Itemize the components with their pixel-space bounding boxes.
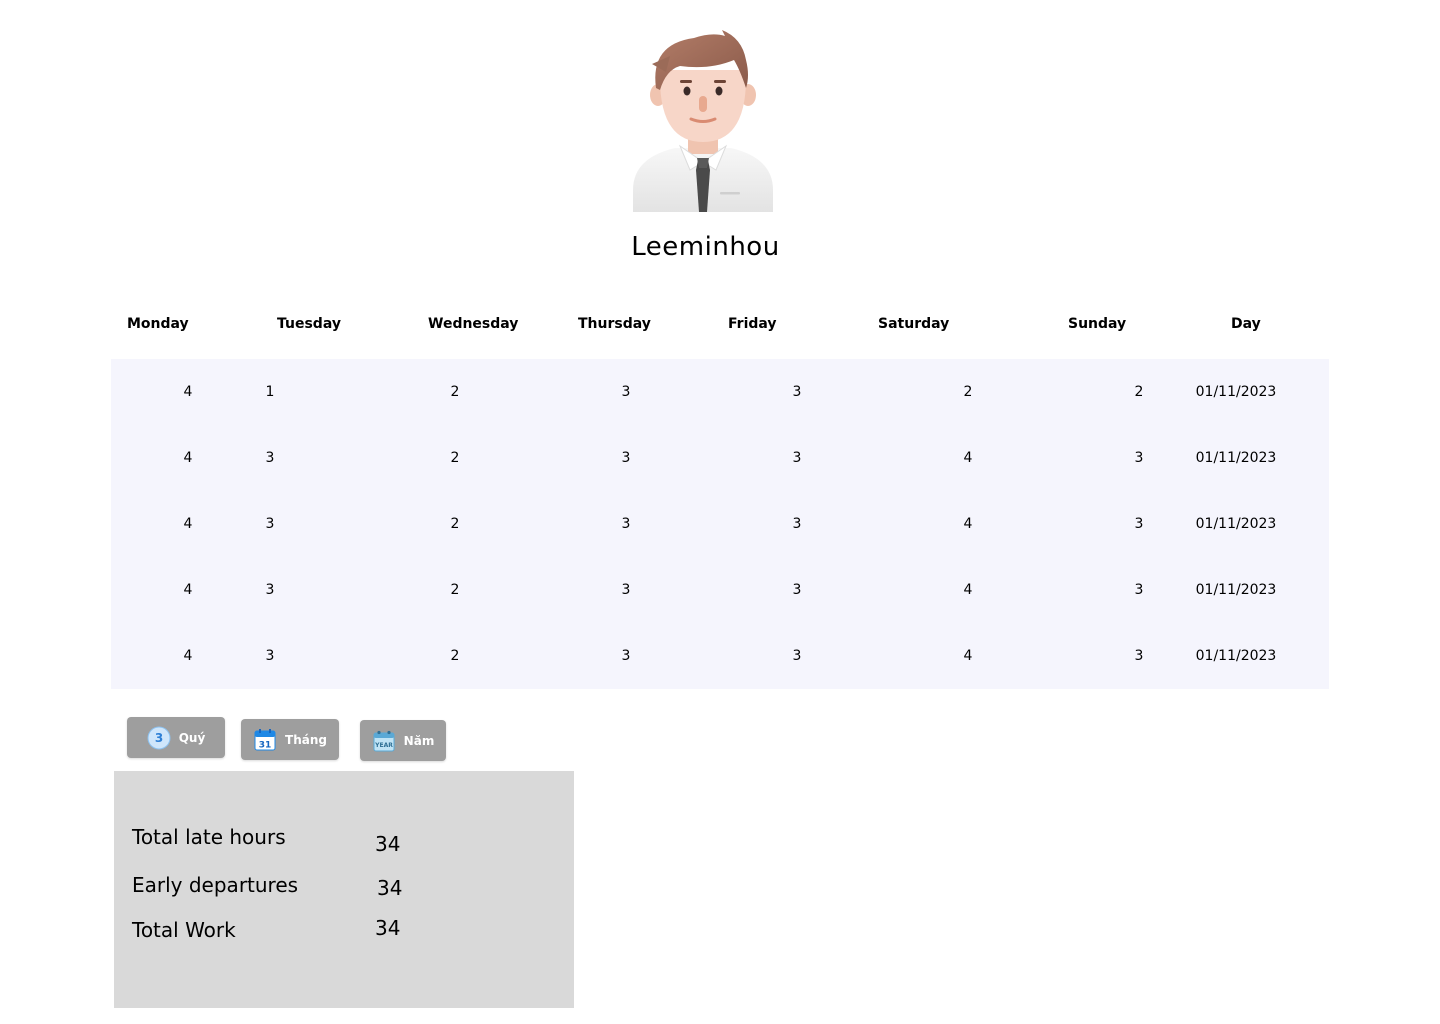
column-header-monday: Monday [127,316,189,332]
table-cell: 3 [1134,582,1144,598]
table-cell-date: 01/11/2023 [1195,582,1277,598]
year-calendar-text: YEAR [374,742,393,749]
table-cell: 3 [265,450,275,466]
table-cell: 4 [183,648,193,664]
table-cell: 3 [265,516,275,532]
total-late-hours-label: Total late hours [132,825,286,849]
quarter-button[interactable]: 3 Quý [127,717,225,758]
table-cell: 2 [450,648,460,664]
table-cell-date: 01/11/2023 [1195,384,1277,400]
total-work-value: 34 [375,916,401,940]
table-cell: 3 [621,450,631,466]
early-departures-value: 34 [377,876,403,900]
table-cell: 2 [450,516,460,532]
table-cell-date: 01/11/2023 [1195,450,1277,466]
user-name: Leeminhou [631,232,780,262]
table-cell: 2 [450,582,460,598]
year-button-label: Năm [403,733,435,748]
year-button[interactable]: YEAR Năm [360,720,446,761]
table-cell: 3 [792,450,802,466]
calendar-day-number: 31 [259,740,272,750]
column-header-friday: Friday [728,316,777,332]
column-header-sunday: Sunday [1068,316,1127,332]
quarter-badge-number: 3 [155,731,163,745]
table-cell: 3 [265,648,275,664]
month-button[interactable]: 31 Tháng [241,719,339,760]
table-cell: 2 [1134,384,1144,400]
table-cell: 3 [621,582,631,598]
table-cell: 4 [963,450,973,466]
table-cell: 3 [792,582,802,598]
month-button-label: Tháng [285,732,327,747]
user-avatar-icon [633,30,773,212]
table-cell-date: 01/11/2023 [1195,516,1277,532]
table-cell: 3 [1134,648,1144,664]
calendar-icon: 31 [254,728,276,750]
table-cell-date: 01/11/2023 [1195,648,1277,664]
table-cell: 2 [450,450,460,466]
summary-panel: Total late hours 34 Early departures 34 … [114,771,574,1008]
table-cell: 3 [1134,516,1144,532]
total-late-hours-value: 34 [375,832,401,856]
table-cell: 3 [621,384,631,400]
early-departures-label: Early departures [132,873,299,897]
table-cell: 4 [183,516,193,532]
column-header-wednesday: Wednesday [428,316,519,332]
table-cell: 3 [792,384,802,400]
total-work-label: Total Work [132,918,236,942]
table-cell: 4 [963,648,973,664]
table-cell: 4 [963,516,973,532]
table-cell: 3 [1134,450,1144,466]
quarter-button-label: Quý [178,730,206,745]
table-cell: 1 [265,384,275,400]
column-header-tuesday: Tuesday [277,316,341,332]
quarter-badge-icon: 3 [147,726,171,749]
schedule-table-body [111,359,1329,689]
year-calendar-icon: YEAR [373,730,395,751]
table-cell: 4 [183,450,193,466]
column-header-saturday: Saturday [878,316,950,332]
table-cell: 4 [183,384,193,400]
column-header-thursday: Thursday [578,316,651,332]
table-cell: 3 [265,582,275,598]
table-cell: 4 [963,582,973,598]
column-header-day: Day [1231,316,1261,332]
table-cell: 3 [621,648,631,664]
table-cell: 3 [792,516,802,532]
table-cell: 2 [963,384,973,400]
table-cell: 3 [621,516,631,532]
table-cell: 2 [450,384,460,400]
table-cell: 3 [792,648,802,664]
table-cell: 4 [183,582,193,598]
